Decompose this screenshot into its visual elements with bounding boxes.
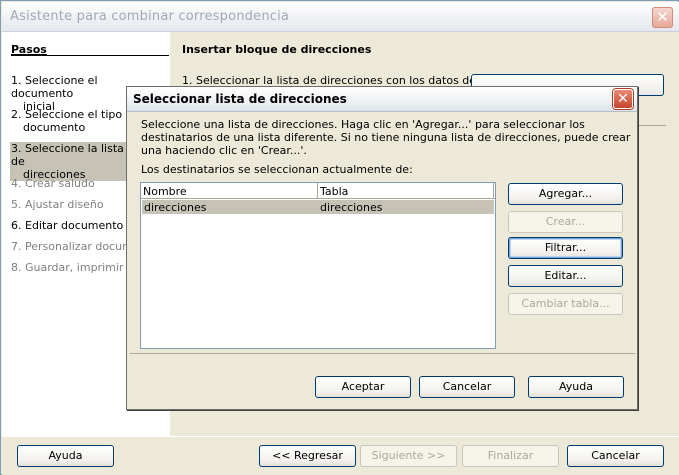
column-header-nombre[interactable]: Nombre xyxy=(143,185,187,198)
address-list-table[interactable]: Nombre Tabla direcciones direcciones xyxy=(140,182,496,349)
wizard-help-button[interactable]: Ayuda xyxy=(17,445,114,467)
create-button: Crear... xyxy=(508,211,623,233)
column-separator[interactable] xyxy=(317,183,318,199)
step-3[interactable]: 3. Seleccione la lista de direcciones xyxy=(10,142,130,181)
change-table-button: Cambiar tabla... xyxy=(508,293,623,315)
wizard-back-button[interactable]: << Regresar xyxy=(259,445,356,467)
filter-button[interactable]: Filtrar... xyxy=(508,237,623,259)
content-title: Insertar bloque de direcciones xyxy=(182,43,372,56)
cancel-button[interactable]: Cancelar xyxy=(419,376,515,398)
help-button[interactable]: Ayuda xyxy=(528,376,624,398)
column-header-tabla[interactable]: Tabla xyxy=(320,185,348,198)
cell-nombre: direcciones xyxy=(144,201,207,214)
table-header: Nombre Tabla xyxy=(141,183,495,199)
steps-divider xyxy=(11,55,169,56)
dialog-title: Seleccionar lista de direcciones xyxy=(133,92,347,106)
step-3-line1: 3. Seleccione la lista de xyxy=(11,142,124,168)
wizard-title-bar: Asistente para combinar correspondencia … xyxy=(2,2,679,32)
column-separator-end xyxy=(493,183,494,199)
dialog-separator xyxy=(130,353,635,354)
select-address-list-dialog: Seleccionar lista de direcciones ✕ Selec… xyxy=(126,86,638,410)
table-row[interactable]: direcciones direcciones xyxy=(142,200,494,214)
add-button[interactable]: Agregar... xyxy=(508,183,623,205)
wizard-button-bar: Ayuda << Regresar Siguiente >> Finalizar… xyxy=(2,436,679,475)
dialog-description: Seleccione una lista de direcciones. Hag… xyxy=(141,118,631,157)
edit-button[interactable]: Editar... xyxy=(508,265,623,287)
ok-button[interactable]: Aceptar xyxy=(315,376,411,398)
cell-tabla: direcciones xyxy=(320,201,383,214)
wizard-close-icon[interactable]: ✕ xyxy=(652,7,673,28)
dialog-close-icon[interactable]: ✕ xyxy=(613,89,633,109)
wizard-next-button: Siguiente >> xyxy=(360,445,457,467)
wizard-title: Asistente para combinar correspondencia xyxy=(10,9,290,24)
dialog-title-bar: Seleccionar lista de direcciones ✕ xyxy=(127,87,637,112)
wizard-cancel-button[interactable]: Cancelar xyxy=(567,445,664,467)
wizard-finish-button: Finalizar xyxy=(462,445,559,467)
current-source-label: Los destinatarios se seleccionan actualm… xyxy=(141,163,413,176)
